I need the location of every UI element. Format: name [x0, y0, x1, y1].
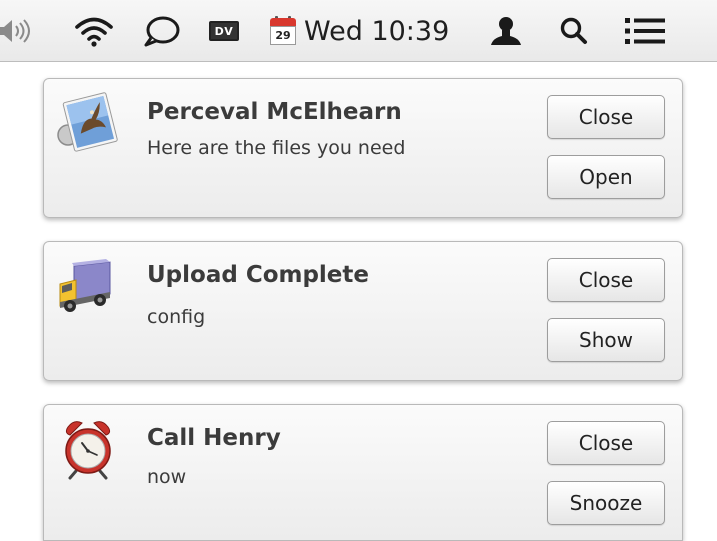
user-silhouette-icon[interactable] [484, 0, 528, 62]
notification-message: now [147, 466, 187, 488]
calendar-icon[interactable]: 29 [266, 0, 300, 62]
notification-title: Upload Complete [147, 262, 370, 288]
speech-bubble-icon[interactable] [138, 0, 186, 62]
notification-message: Here are the files you need [147, 137, 406, 159]
notification-title: Perceval McElhearn [147, 99, 402, 125]
notification-mail[interactable]: Perceval McElhearn Here are the files yo… [43, 78, 683, 218]
calendar-day-number: 29 [270, 26, 296, 45]
notification-title: Call Henry [147, 425, 281, 451]
clock[interactable]: Wed 10:39 [304, 0, 470, 62]
close-button[interactable]: Close [547, 95, 665, 139]
show-button[interactable]: Show [547, 318, 665, 362]
spotlight-search-icon[interactable] [554, 0, 594, 62]
open-button[interactable]: Open [547, 155, 665, 199]
snooze-button[interactable]: Snooze [547, 481, 665, 525]
notification-message: config [147, 306, 206, 328]
delivery-truck-icon [56, 254, 120, 318]
notification-list-icon[interactable] [620, 0, 670, 62]
dv-badge-icon[interactable]: DV [200, 0, 248, 62]
wifi-signal-icon[interactable] [70, 0, 118, 62]
dv-badge-label: DV [209, 21, 239, 41]
close-button[interactable]: Close [547, 258, 665, 302]
clock-text: Wed 10:39 [304, 15, 450, 47]
alarm-clock-icon [56, 417, 120, 481]
menu-bar: DV 29 Wed 10:39 [0, 0, 717, 62]
mail-stamp-eagle-icon [56, 91, 120, 155]
speaker-volume-icon[interactable] [0, 0, 38, 62]
notification-reminder[interactable]: Call Henry now Close Snooze [43, 404, 683, 541]
close-button[interactable]: Close [547, 421, 665, 465]
notification-upload[interactable]: Upload Complete config Close Show [43, 241, 683, 381]
